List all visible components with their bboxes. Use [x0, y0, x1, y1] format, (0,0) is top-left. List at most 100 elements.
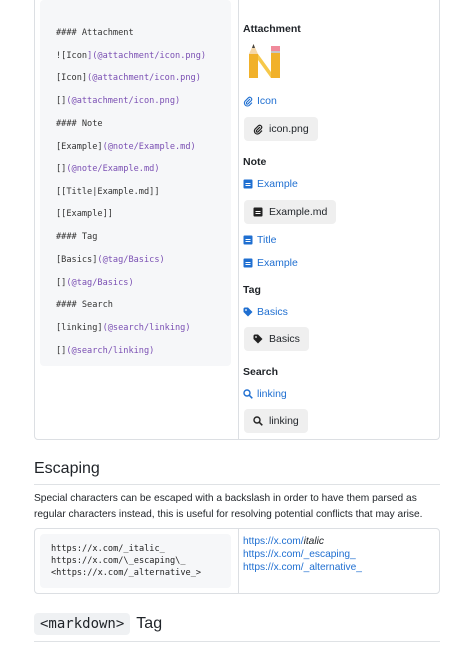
note-link-example[interactable]: Example: [243, 178, 298, 190]
code-text: []: [56, 164, 67, 174]
code-target: (@search/linking): [102, 323, 191, 333]
link-italic-part: italic: [303, 536, 324, 547]
code-text: Note: [81, 119, 103, 129]
note-icon: [243, 179, 253, 189]
note-link-example-2-label: Example: [257, 257, 298, 269]
escaping-rendered-link-escaped[interactable]: https://x.com/_escaping_: [243, 549, 356, 560]
attachment-link-label: Icon: [257, 95, 277, 107]
code-text: ####: [56, 119, 82, 129]
heading-rule: [34, 484, 440, 485]
tag-chip[interactable]: Basics: [244, 327, 309, 351]
attachment-chip[interactable]: icon.png: [244, 117, 318, 141]
markdown-tag-word: Tag: [136, 615, 163, 632]
code-text: ####: [56, 300, 82, 310]
code-text: ![: [56, 51, 67, 61]
tag-icon: [253, 334, 263, 344]
escaping-paragraph: Special characters can be escaped with a…: [34, 493, 423, 520]
note-chip[interactable]: Example.md: [244, 200, 337, 224]
code-line: [](@note/Example.md): [56, 164, 160, 174]
search-icon: [253, 416, 263, 426]
escaping-heading: Escaping: [34, 460, 100, 477]
search-heading: Search: [243, 366, 279, 378]
link-prefix: https://x.com/: [243, 536, 304, 547]
paperclip-icon: [243, 96, 253, 107]
code-line: [](@search/linking): [56, 346, 154, 356]
pencil-image: [243, 42, 285, 84]
code-line: [[Example]]: [56, 209, 113, 219]
code-target: (@note/Example.md): [66, 164, 160, 174]
code-line: [linking](@search/linking): [56, 323, 191, 333]
code-line: [Basics](@tag/Basics): [56, 255, 165, 265]
code-target: (@tag/Basics): [66, 278, 134, 288]
escaping-rendered-link-alternative[interactable]: https://x.com/_alternative_: [243, 562, 362, 573]
code-text: [Basics]: [56, 255, 98, 265]
code-line: #### Search: [56, 300, 113, 310]
escaping-rendered-link-italic[interactable]: https://x.com/italic: [243, 536, 324, 547]
attachment-heading: Attachment: [243, 23, 301, 35]
tag-link-label: Basics: [257, 306, 288, 318]
escaping-code-line: https://x.com/_italic_: [51, 544, 165, 554]
search-link-label: linking: [257, 388, 287, 400]
panel-divider: [238, 529, 239, 593]
search-icon: [243, 389, 253, 399]
tag-chip-label: Basics: [269, 333, 300, 345]
tag-link-basics[interactable]: Basics: [243, 306, 288, 318]
note-heading: Note: [243, 156, 267, 168]
code-line: #### Tag: [56, 232, 97, 242]
search-chip[interactable]: linking: [244, 409, 308, 433]
code-text: []: [56, 96, 67, 106]
code-text: Example: [66, 209, 103, 219]
note-icon: [253, 207, 263, 217]
markdown-code-span: <markdown>: [34, 613, 131, 635]
note-icon: [243, 235, 253, 245]
note-link-title[interactable]: Title: [243, 234, 276, 246]
code-text: [Example]: [56, 142, 103, 152]
code-line: #### Attachment: [56, 28, 134, 38]
code-text: []: [56, 278, 67, 288]
note-link-example-2[interactable]: Example: [243, 257, 298, 269]
code-text: [[: [56, 187, 67, 197]
code-text: [linking]: [56, 323, 103, 333]
tag-icon: [243, 307, 253, 317]
note-chip-label: Example.md: [269, 206, 328, 218]
code-text: ####: [56, 28, 82, 38]
code-line: #### Note: [56, 119, 103, 129]
code-line: ![Icon](@attachment/icon.png): [56, 51, 206, 61]
code-text: ]]: [102, 209, 113, 219]
tag-heading: Tag: [243, 284, 261, 296]
code-target: (@attachment/icon.png): [87, 73, 201, 83]
code-line: [](@attachment/icon.png): [56, 96, 180, 106]
code-target: (@note/Example.md): [102, 142, 196, 152]
syntax-code-block: #### Attachment ![Icon](@attachment/icon.…: [40, 0, 231, 366]
note-link-example-label: Example: [257, 178, 298, 190]
code-line: [](@tag/Basics): [56, 278, 134, 288]
code-target: (@search/linking): [66, 346, 155, 356]
code-text: Search: [81, 300, 113, 310]
code-target: ](@attachment/icon.png): [87, 51, 207, 61]
code-text: [Icon]: [56, 73, 88, 83]
note-icon: [243, 258, 253, 268]
code-text: ####: [56, 232, 82, 242]
code-text: [[: [56, 209, 67, 219]
note-link-title-label: Title: [257, 234, 277, 246]
search-link-linking[interactable]: linking: [243, 388, 287, 400]
search-chip-label: linking: [269, 415, 299, 427]
code-line: [Icon](@attachment/icon.png): [56, 73, 201, 83]
code-text: Attachment: [81, 28, 134, 38]
code-line: [[Title|Example.md]]: [56, 187, 160, 197]
code-text: Icon: [66, 51, 88, 61]
escaping-code-line: https://x.com/\_escaping\_: [51, 556, 186, 566]
code-text: Tag: [81, 232, 98, 242]
heading-rule: [34, 641, 440, 642]
code-target: (@tag/Basics): [97, 255, 165, 265]
paperclip-icon: [253, 124, 263, 135]
escaping-code-line: <https://x.com/_alternative_>: [51, 568, 202, 578]
attachment-chip-label: icon.png: [269, 123, 309, 135]
markdown-tag-heading: <markdown> Tag: [34, 611, 162, 637]
panel-divider: [238, 0, 239, 439]
attachment-link-icon[interactable]: Icon: [243, 95, 277, 107]
code-target: (@attachment/icon.png): [66, 96, 181, 106]
code-text: Title|Example.md: [66, 187, 150, 197]
code-text: ]]: [149, 187, 160, 197]
code-line: [Example](@note/Example.md): [56, 142, 196, 152]
